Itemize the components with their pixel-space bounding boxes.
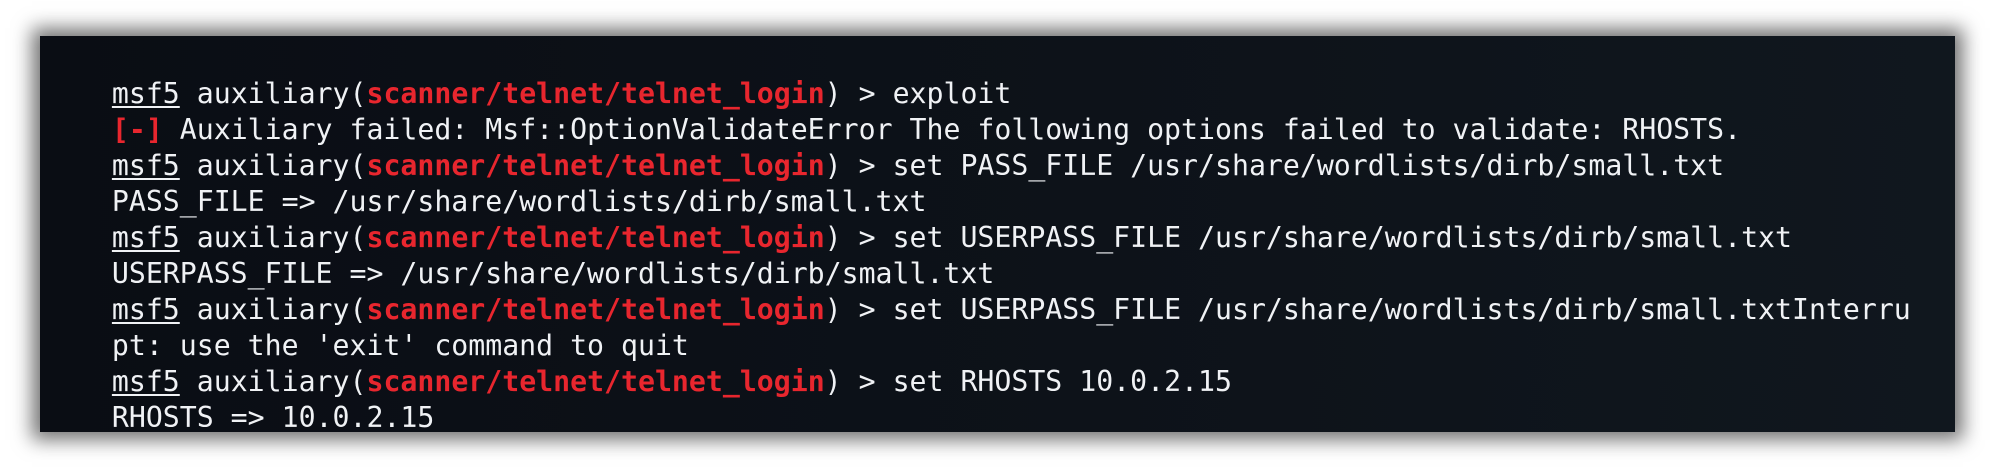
- prompt-name: msf5: [111, 77, 180, 110]
- command-text: set USERPASS_FILE /usr/share/wordlists/d…: [892, 293, 1911, 326]
- prompt-suffix: ) >: [824, 221, 893, 254]
- prompt-suffix: ) >: [824, 77, 893, 110]
- prompt-suffix: ) >: [824, 149, 893, 182]
- command-text: set USERPASS_FILE /usr/share/wordlists/d…: [892, 221, 1792, 254]
- prompt-name: msf5: [111, 293, 180, 326]
- prompt-name: msf5: [111, 221, 180, 254]
- prompt-module: scanner/telnet/telnet_login: [366, 149, 825, 182]
- prompt-module: scanner/telnet/telnet_login: [366, 293, 825, 326]
- error-tag: [-]: [111, 113, 163, 146]
- prompt-prefix: auxiliary(: [179, 77, 367, 110]
- output-text: PASS_FILE => /usr/share/wordlists/dirb/s…: [111, 185, 927, 218]
- prompt-module: scanner/telnet/telnet_login: [366, 221, 825, 254]
- prompt-module: scanner/telnet/telnet_login: [366, 365, 825, 398]
- prompt-suffix: ) >: [824, 365, 893, 398]
- output-text: USERPASS_FILE => /usr/share/wordlists/di…: [111, 257, 995, 290]
- prompt-prefix: auxiliary(: [179, 221, 367, 254]
- prompt-module: scanner/telnet/telnet_login: [366, 77, 825, 110]
- prompt-suffix: ) >: [824, 293, 893, 326]
- error-text: Auxiliary failed: Msf::OptionValidateErr…: [162, 113, 1742, 146]
- command-text: exploit: [892, 77, 1012, 110]
- prompt-prefix: auxiliary(: [179, 365, 367, 398]
- prompt-prefix: auxiliary(: [179, 149, 367, 182]
- prompt-prefix: auxiliary(: [179, 293, 367, 326]
- command-text: set RHOSTS 10.0.2.15: [892, 365, 1232, 398]
- prompt-name: msf5: [111, 149, 180, 182]
- output-text: RHOSTS => 10.0.2.15: [111, 401, 435, 432]
- terminal-window[interactable]: msf5 auxiliary(scanner/telnet/telnet_log…: [40, 36, 1955, 432]
- terminal-line-1: msf5 auxiliary(scanner/telnet/telnet_log…: [44, 40, 1955, 110]
- prompt-name: msf5: [111, 365, 180, 398]
- command-text: set PASS_FILE /usr/share/wordlists/dirb/…: [892, 149, 1725, 182]
- output-text: pt: use the 'exit' command to quit: [111, 329, 689, 362]
